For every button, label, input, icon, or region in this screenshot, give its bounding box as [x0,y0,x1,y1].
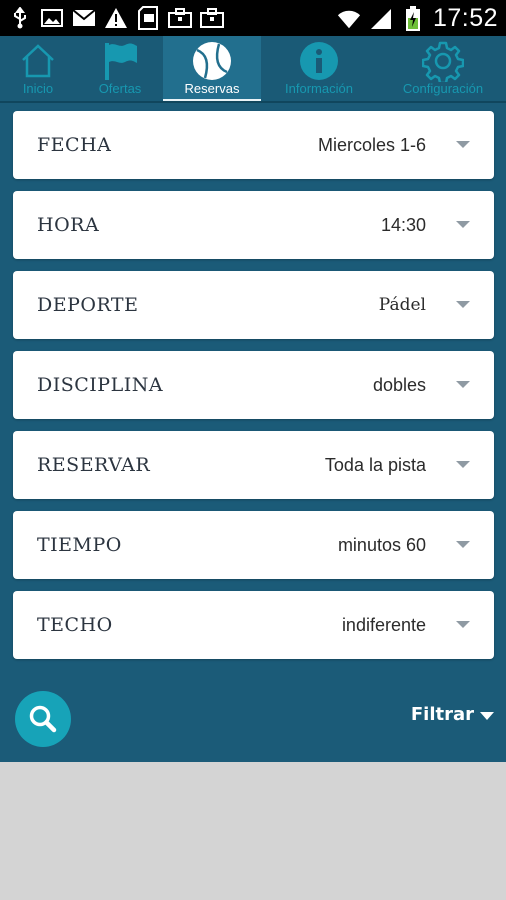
tab-label: Inicio [22,81,54,96]
briefcase-icon [200,6,224,30]
tab-label: Ofertas [98,81,142,96]
empty-content-area [0,762,506,900]
clock: 17:52 [432,4,498,32]
dropdown-arrow-icon [456,461,470,468]
tab-label: Reservas [184,81,240,96]
search-button[interactable] [15,691,71,747]
filter-label: Filtrar [410,704,474,725]
field-value: Toda la pista [324,455,426,475]
dropdown-arrow-icon [456,621,470,628]
system-icons: 17:52 [337,4,498,33]
tab-reservas[interactable]: Reservas [163,36,261,102]
field-hora[interactable]: HORA 14:30 [13,191,494,259]
field-tiempo[interactable]: TIEMPO minutos 60 [13,511,494,579]
flag-icon [99,40,141,82]
signal-icon [369,7,393,31]
tennis-ball-icon [191,40,233,82]
tab-bar: Inicio Ofertas Reservas Información Conf… [0,36,506,102]
filter-button[interactable]: Filtrar [411,704,494,725]
dropdown-arrow-icon [456,141,470,148]
dropdown-arrow-icon [456,541,470,548]
field-techo[interactable]: TECHO indiferente [13,591,494,659]
field-label: HORA [37,214,100,236]
field-value: minutos 60 [337,535,426,555]
field-label: FECHA [37,134,112,156]
tab-ofertas[interactable]: Ofertas [82,36,158,102]
chevron-down-icon [480,711,494,720]
home-icon [17,40,59,82]
notification-icons [8,6,224,30]
image-icon [40,6,64,30]
search-icon [29,705,57,733]
gear-icon [421,40,465,85]
field-disciplina[interactable]: DISCIPLINA dobles [13,351,494,419]
field-value: Miercoles 1-6 [317,135,426,155]
field-label: RESERVAR [37,454,151,476]
field-label: DEPORTE [37,294,139,316]
field-label: TECHO [37,614,113,636]
field-value: Pádel [378,295,426,315]
tab-informacion[interactable]: Información [272,36,366,102]
field-label: DISCIPLINA [37,374,164,396]
field-fecha[interactable]: FECHA Miercoles 1-6 [13,111,494,179]
tab-configuracion[interactable]: Configuración [390,36,496,102]
field-reservar[interactable]: RESERVAR Toda la pista [13,431,494,499]
wifi-icon [337,7,361,31]
mail-icon [72,6,96,30]
field-value: indiferente [341,615,426,635]
info-icon [298,40,340,82]
briefcase-icon [168,6,192,30]
status-bar: 17:52 [0,0,506,36]
tab-bar-divider [0,101,506,103]
usb-icon [8,6,32,30]
battery-charging-icon [401,5,425,31]
tab-label: Información [285,81,353,96]
field-label: TIEMPO [37,534,122,556]
dropdown-arrow-icon [456,381,470,388]
field-deporte[interactable]: DEPORTE Pádel [13,271,494,339]
sd-card-icon [136,6,160,30]
tab-label: Configuración [402,81,484,96]
tab-inicio[interactable]: Inicio [0,36,76,102]
field-value: 14:30 [380,215,426,235]
dropdown-arrow-icon [456,221,470,228]
dropdown-arrow-icon [456,301,470,308]
warning-icon [104,6,128,30]
field-value: dobles [372,375,426,395]
